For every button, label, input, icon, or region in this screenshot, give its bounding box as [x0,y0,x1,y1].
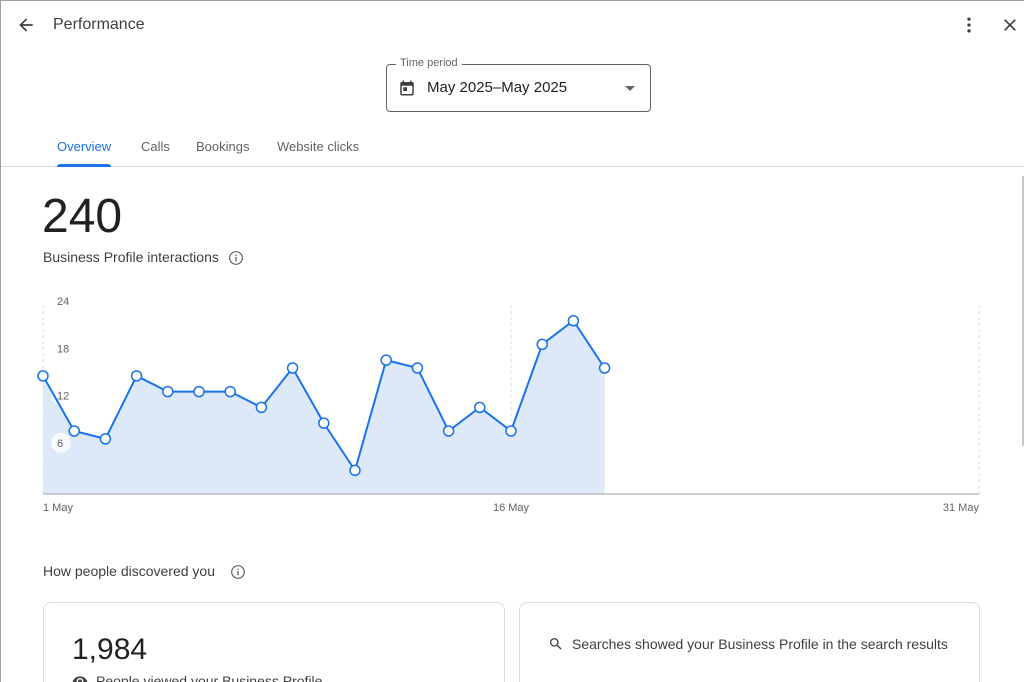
chart-point [505,425,517,437]
tab-website-clicks[interactable]: Website clicks [277,139,359,154]
interactions-chart-svg: 24 18 12 6 1 May 16 May 31 May [37,296,980,514]
time-period-value: May 2025–May 2025 [427,79,568,96]
chart-point [286,362,299,374]
y-tick-label: 18 [57,343,69,355]
tab-bookings[interactable]: Bookings [196,139,249,154]
info-icon[interactable] [228,250,244,266]
chart-point [442,425,455,437]
more-vert-icon [967,17,971,33]
chart-point [99,433,112,445]
chart-point [224,385,236,398]
tab-overview[interactable]: Overview [57,139,111,154]
chart-point [411,362,424,374]
search-results-caption: Searches showed your Business Profile in… [548,636,948,652]
profile-views-total: 1,984 [72,633,148,666]
profile-views-card[interactable]: 1,984 People viewed your Business Profil… [43,602,505,682]
page-title: Performance [53,16,145,33]
x-tick-label: 16 May [493,502,530,514]
chart-point [68,425,80,437]
time-period-select[interactable]: Time period May 2025–May 2025 [386,57,651,112]
close-button[interactable] [995,10,1024,40]
chart-point [536,338,548,351]
tab-bar: Overview Calls Bookings Website clicks [1,129,1024,167]
x-tick-label: 31 May [943,502,980,514]
top-bar: Performance [1,1,1024,51]
more-options-button[interactable] [954,10,984,40]
back-button[interactable] [11,10,41,40]
chart-point [474,401,486,414]
info-icon[interactable] [230,564,246,580]
chart-point [349,464,361,477]
interactions-label: Business Profile interactions [43,249,219,265]
y-tick-label: 24 [57,296,69,308]
interactions-total: 240 [42,190,123,243]
time-period-label: Time period [396,57,462,69]
performance-panel: Performance Time period May 2025–May 202… [0,0,1024,682]
chart-point [598,362,611,374]
chart-point [162,385,174,398]
profile-views-label: People viewed your Business Profile [96,673,323,682]
calendar-icon [400,80,414,96]
arrow-back-icon [19,18,33,32]
search-icon [550,638,562,650]
chart-point [130,370,143,382]
discovery-title: How people discovered you [43,563,215,579]
profile-views-caption: People viewed your Business Profile [72,673,322,682]
active-tab-indicator [57,164,111,167]
chart-point [193,385,205,398]
y-tick-label: 6 [57,438,63,450]
search-results-card[interactable]: Searches showed your Business Profile in… [519,602,980,682]
y-tick-label: 12 [57,391,69,403]
eye-icon [72,676,88,682]
tab-calls[interactable]: Calls [141,139,170,154]
dropdown-caret-icon [625,86,635,91]
search-results-label: Searches showed your Business Profile in… [572,636,948,652]
chart-point [567,315,580,327]
x-tick-label: 1 May [43,502,73,514]
chart-point [380,354,392,366]
chart-point [37,370,49,382]
chart-point [318,417,330,429]
interactions-chart: 24 18 12 6 1 May 16 May 31 May [1,291,1024,526]
chart-point [255,401,268,414]
close-icon [1004,19,1016,31]
